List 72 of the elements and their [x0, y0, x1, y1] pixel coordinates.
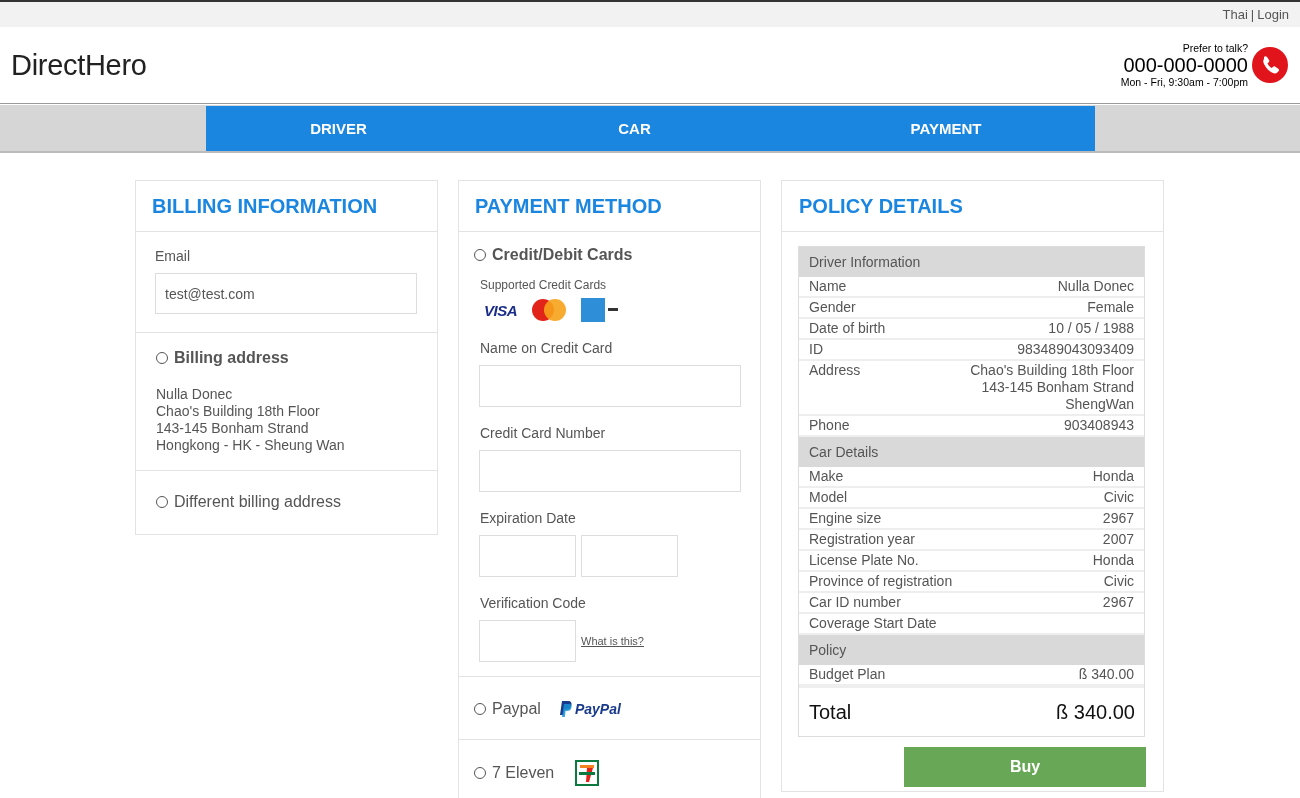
row-label: Coverage Start Date — [809, 615, 937, 632]
year-field[interactable] — [581, 535, 678, 577]
field-label: Credit Card Number — [480, 425, 607, 441]
field-label: Name on Credit Card — [480, 340, 614, 356]
row-value: 2967 — [1102, 510, 1134, 527]
row-label: Engine size — [809, 510, 882, 527]
row-label: Model — [809, 489, 848, 506]
row-value: Honda — [1092, 468, 1134, 485]
contact-prompt: Prefer to talk? — [1181, 42, 1248, 53]
row-value: 903408943 — [1063, 417, 1134, 434]
section-heading: Car Details — [799, 437, 1144, 467]
option-label: Billing address — [174, 349, 289, 367]
panel-title: BILLING INFORMATION — [136, 181, 437, 232]
option-label: Credit/Debit Cards — [492, 246, 633, 264]
store-logo-icon — [575, 760, 600, 786]
row-label: Name — [809, 278, 847, 295]
month-field[interactable] — [479, 535, 576, 577]
row-value: Female — [1087, 299, 1134, 316]
panel-title: POLICY DETAILS — [782, 181, 1163, 232]
row-value: Nulla Donec — [1057, 278, 1134, 295]
section-heading: Driver Information — [799, 247, 1144, 277]
row-label: License Plate No. — [809, 552, 919, 569]
row-label: Province of registration — [809, 573, 953, 590]
row-value: 2007 — [1102, 531, 1134, 548]
separator: | — [1250, 7, 1255, 22]
field-label: Expiration Date — [480, 510, 577, 526]
supported-cards-label: Supported Credit Cards — [480, 278, 608, 292]
row-label: Budget Plan — [809, 666, 886, 683]
total-amount: ß 340.00 — [1056, 700, 1135, 724]
paypal-logo: PayPal — [558, 701, 621, 717]
panel-title: PAYMENT METHOD — [459, 181, 760, 232]
step-tab[interactable]: PAYMENT — [797, 106, 1095, 151]
billing-address: Nulla Donec Chao's Building 18th Floor 143-145 Bonham Strand Hongkong - HK - Sheung Wan — [156, 386, 346, 454]
row-label: Date of birth — [809, 320, 886, 337]
amex-logo-icon — [581, 298, 619, 322]
text-field[interactable] — [479, 365, 741, 407]
row-label: Phone — [809, 417, 850, 434]
row-label: Registration year — [809, 531, 915, 548]
row-value: 983489043093409 — [1017, 341, 1134, 358]
mastercard-logo-icon — [531, 299, 567, 321]
section-heading: Policy — [799, 635, 1144, 665]
option-label: 7 Eleven — [492, 764, 555, 782]
option-label: Paypal — [492, 700, 541, 718]
total-label: Total — [809, 700, 852, 724]
phone-icon[interactable] — [1252, 47, 1288, 83]
login-link[interactable]: Login — [1257, 7, 1289, 22]
row-label: Make — [809, 468, 844, 485]
option-label: Different billing address — [174, 493, 341, 511]
row-label: Gender — [809, 299, 856, 316]
email-field[interactable]: test@test.com — [155, 273, 417, 314]
row-value: 2967 — [1102, 594, 1134, 611]
language-link[interactable]: Thai — [1222, 7, 1248, 22]
visa-logo: VISA — [484, 301, 517, 319]
step-tab[interactable]: CAR — [471, 106, 798, 151]
row-value: Honda — [1092, 552, 1134, 569]
opening-hours: Mon - Fri, 9:30am - 7:00pm — [1120, 77, 1248, 88]
row-value: 10 / 05 / 1988 — [1048, 320, 1134, 337]
row-value: Civic — [1103, 573, 1134, 590]
field-label: Verification Code — [480, 595, 587, 611]
text-field[interactable] — [479, 450, 741, 492]
logo-text[interactable]: DirectHero — [11, 48, 147, 82]
row-value: Chao's Building 18th Floor 143-145 Bonham Strand ShengWan — [970, 362, 1134, 413]
step-tab[interactable]: DRIVER — [205, 106, 472, 151]
row-label: Car ID number — [809, 594, 901, 611]
help-link[interactable]: What is this? — [581, 635, 644, 647]
row-value: Civic — [1103, 489, 1134, 506]
row-label: Address — [809, 362, 861, 380]
code-field[interactable] — [479, 620, 576, 662]
row-label: ID — [809, 341, 823, 358]
phone-number: 000-000-0000 — [1122, 55, 1248, 75]
field-label: Email — [155, 248, 191, 264]
row-value: ß 340.00 — [1078, 666, 1134, 683]
